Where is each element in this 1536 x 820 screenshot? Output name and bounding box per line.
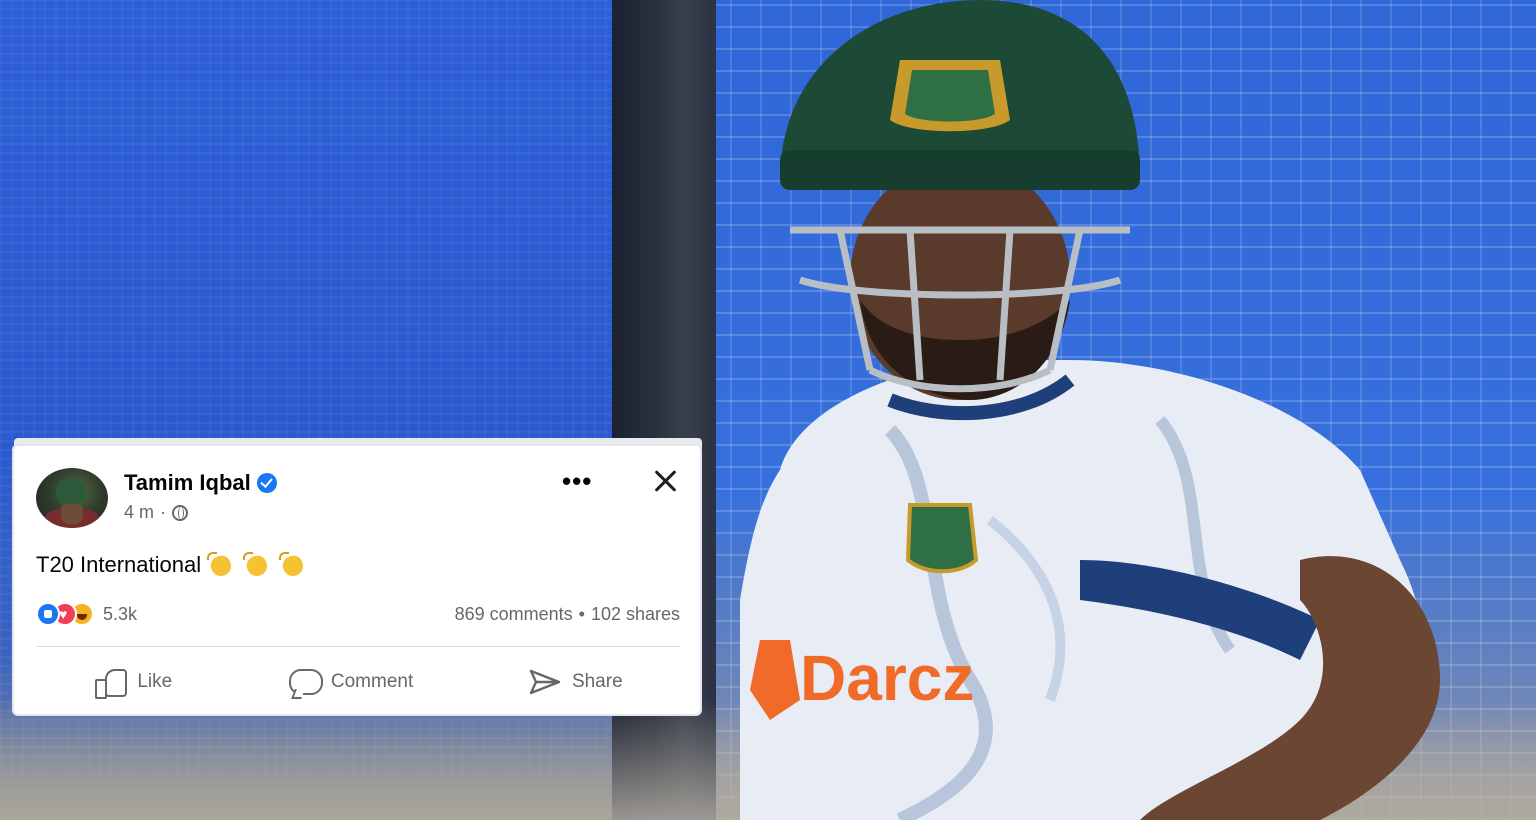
avatar[interactable] — [36, 468, 108, 528]
action-bar: Like Comment Share — [36, 658, 680, 706]
like-reaction-icon — [36, 602, 60, 626]
stats-separator: • — [578, 604, 585, 624]
clapping-hands-emoji — [243, 552, 273, 578]
clapping-hands-emoji — [207, 552, 237, 578]
author-name[interactable]: Tamim Iqbal — [124, 470, 251, 496]
comment-bubble-icon — [287, 667, 323, 697]
more-options-button[interactable]: ••• — [562, 468, 592, 494]
comment-label: Comment — [330, 671, 414, 692]
post-time[interactable]: 4 m — [124, 502, 154, 523]
share-arrow-icon — [528, 667, 562, 697]
close-button[interactable] — [648, 464, 682, 498]
thumbs-up-icon — [93, 667, 128, 699]
shares-count[interactable]: 102 shares — [591, 604, 680, 625]
meta-dot: · — [160, 502, 167, 522]
author-row: Tamim Iqbal — [124, 470, 277, 496]
facebook-post-card: Tamim Iqbal 4 m · ••• T20 International … — [14, 446, 700, 714]
post-meta: 4 m · — [124, 502, 189, 523]
reactions-summary[interactable]: 5.3k — [36, 602, 137, 626]
divider — [36, 646, 680, 647]
verified-badge-icon — [256, 473, 277, 493]
cricketer-figure: Darcz — [740, 0, 1460, 820]
post-text: T20 International — [36, 552, 202, 577]
share-label: Share — [571, 671, 623, 692]
svg-text:Darcz: Darcz — [800, 642, 974, 714]
comments-count[interactable]: 869 comments — [455, 604, 573, 625]
share-button[interactable]: Share — [516, 661, 635, 703]
globe-icon — [172, 504, 189, 521]
like-label: Like — [137, 671, 173, 692]
comment-button[interactable]: Comment — [275, 661, 425, 703]
post-body: T20 International — [36, 552, 309, 578]
clapping-hands-emoji — [279, 552, 309, 578]
reaction-count: 5.3k — [103, 603, 138, 624]
like-button[interactable]: Like — [81, 661, 184, 703]
engagement-stats: 869 comments • 102 shares — [455, 604, 680, 625]
